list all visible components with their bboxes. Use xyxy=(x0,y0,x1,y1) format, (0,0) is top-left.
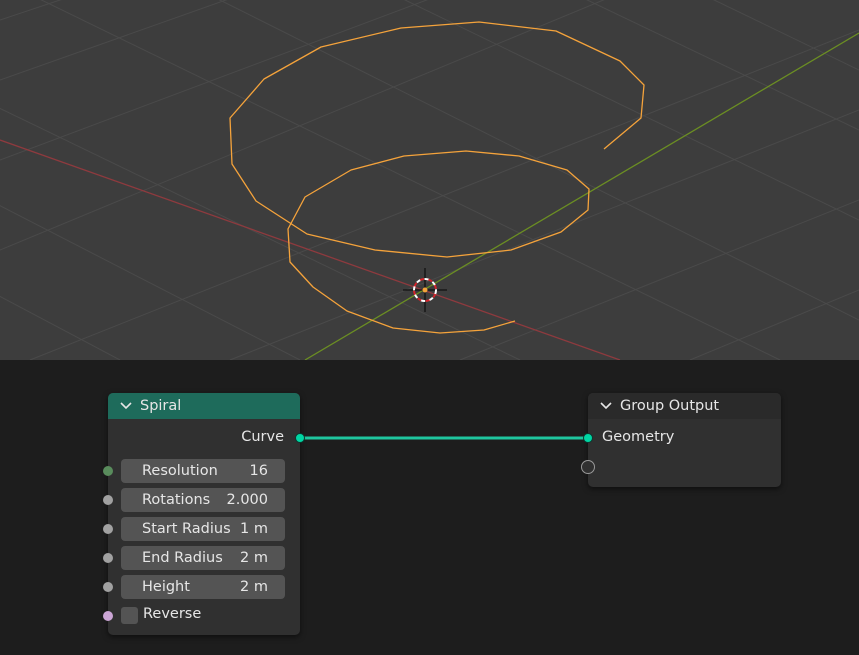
resolution-label: Resolution xyxy=(142,463,218,479)
height-value: 2 m xyxy=(240,579,268,595)
rotations-value: 2.000 xyxy=(226,492,268,508)
spiral-node-header[interactable]: Spiral xyxy=(108,393,300,419)
x-axis-line xyxy=(0,139,621,360)
group-output-node[interactable]: Group Output Geometry xyxy=(581,393,781,487)
3d-cursor-icon[interactable] xyxy=(403,268,447,312)
group-output-node-title: Group Output xyxy=(620,398,720,414)
end-radius-value: 2 m xyxy=(240,550,268,566)
reverse-label: Reverse xyxy=(143,606,202,622)
height-input-socket[interactable] xyxy=(103,582,113,592)
height-label: Height xyxy=(142,579,190,595)
end-radius-input-socket[interactable] xyxy=(103,553,113,563)
rotations-input-socket[interactable] xyxy=(103,495,113,505)
spiral-node[interactable]: Spiral Curve Resolution 16 Rotations 2.0… xyxy=(103,393,305,635)
viewport-canvas[interactable] xyxy=(0,0,859,360)
spiral-node-title: Spiral xyxy=(140,398,182,414)
curve-output-label: Curve xyxy=(241,429,284,445)
start-radius-value: 1 m xyxy=(240,521,268,537)
3d-viewport[interactable] xyxy=(0,0,859,360)
node-editor[interactable]: Spiral Curve Resolution 16 Rotations 2.0… xyxy=(0,360,859,655)
resolution-input-socket[interactable] xyxy=(103,466,113,476)
geometry-input-socket[interactable] xyxy=(583,433,593,443)
empty-input-socket[interactable] xyxy=(581,460,595,474)
end-radius-label: End Radius xyxy=(142,550,223,566)
chevron-down-icon[interactable] xyxy=(118,398,134,414)
start-radius-label: Start Radius xyxy=(142,521,231,537)
reverse-checkbox[interactable] xyxy=(121,607,138,624)
group-output-node-header[interactable]: Group Output xyxy=(588,393,781,419)
floor-grid xyxy=(0,0,859,360)
height-field[interactable]: Height 2 m xyxy=(121,575,285,599)
start-radius-field[interactable]: Start Radius 1 m xyxy=(121,517,285,541)
end-radius-field[interactable]: End Radius 2 m xyxy=(121,546,285,570)
curve-output-socket[interactable] xyxy=(295,433,305,443)
resolution-value: 16 xyxy=(249,463,268,479)
geometry-input-label: Geometry xyxy=(602,429,675,445)
resolution-field[interactable]: Resolution 16 xyxy=(121,459,285,483)
reverse-input-socket[interactable] xyxy=(103,611,113,621)
start-radius-input-socket[interactable] xyxy=(103,524,113,534)
chevron-down-icon[interactable] xyxy=(598,398,614,414)
rotations-label: Rotations xyxy=(142,492,211,508)
rotations-field[interactable]: Rotations 2.000 xyxy=(121,488,285,512)
